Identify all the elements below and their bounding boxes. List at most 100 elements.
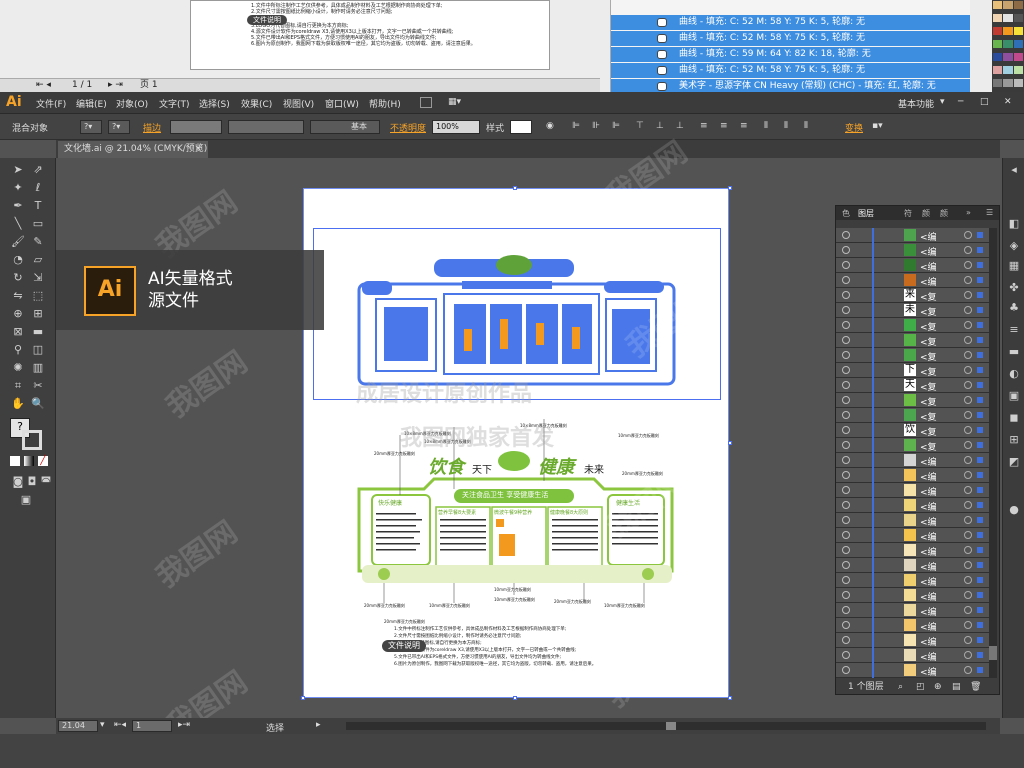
visibility-eye-icon[interactable]	[842, 336, 850, 344]
target-icon[interactable]	[964, 441, 972, 449]
menu-object[interactable]: 对象(O)	[116, 97, 148, 110]
draw-inside-icon[interactable]: ◚	[38, 474, 54, 490]
fill-dropdown[interactable]: ?▾	[80, 120, 102, 134]
layer-row[interactable]: <编	[836, 453, 991, 468]
distribute-hcenter-icon[interactable]: ⦀	[784, 121, 788, 131]
prev-artboard-icon[interactable]: ⇤◂	[114, 720, 126, 730]
selection-indicator[interactable]	[977, 637, 983, 643]
status-arrow-icon[interactable]: ▸	[316, 720, 321, 730]
pathfinder-dock-icon[interactable]: ◩	[1006, 454, 1022, 470]
opacity-input[interactable]: 100%	[432, 120, 480, 134]
layer-row[interactable]: <编	[836, 588, 991, 603]
layer-row[interactable]: <编	[836, 513, 991, 528]
visibility-eye-icon[interactable]	[842, 306, 850, 314]
zoom-tool-icon[interactable]: 🔍	[30, 396, 46, 412]
selection-indicator[interactable]	[977, 442, 983, 448]
align-middle-icon[interactable]: ⊥	[656, 121, 664, 131]
target-icon[interactable]	[964, 531, 972, 539]
visibility-eye-icon[interactable]	[842, 276, 850, 284]
gradient-tool-icon[interactable]: ▬	[30, 324, 46, 340]
delete-layer-icon[interactable]: 🗑	[970, 682, 981, 692]
target-icon[interactable]	[964, 546, 972, 554]
tab-color[interactable]: 色	[842, 208, 850, 219]
layer-row[interactable]: <编	[836, 468, 991, 483]
tab-swatches[interactable]: 颜	[922, 208, 930, 219]
selection-handle[interactable]	[728, 186, 732, 190]
visibility-eye-icon[interactable]	[842, 621, 850, 629]
artboards-dock-icon[interactable]: ●	[1006, 502, 1022, 518]
selection-indicator[interactable]	[977, 517, 983, 523]
visibility-eye-icon[interactable]	[842, 651, 850, 659]
selection-indicator[interactable]	[977, 427, 983, 433]
paintbrush-icon[interactable]: 🖌	[10, 234, 26, 250]
selection-indicator[interactable]	[977, 367, 983, 373]
menu-window[interactable]: 窗口(W)	[325, 97, 359, 110]
selection-indicator[interactable]	[977, 547, 983, 553]
layer-row[interactable]: <编	[836, 633, 991, 648]
appearance-dock-icon[interactable]: ▣	[1006, 388, 1022, 404]
target-icon[interactable]	[964, 576, 972, 584]
width-tool-icon[interactable]: ⇋	[10, 288, 26, 304]
layer-row[interactable]: <复	[836, 408, 991, 423]
page-tab[interactable]: 页 1	[140, 79, 158, 92]
layer-row[interactable]: <编	[836, 228, 991, 243]
target-icon[interactable]	[964, 381, 972, 389]
dock-collapse-icon[interactable]: ◂	[1006, 162, 1022, 178]
arrange-documents-icon[interactable]: ▦▾	[448, 97, 461, 107]
visibility-eye-icon[interactable]	[842, 516, 850, 524]
layer-row[interactable]: <编	[836, 498, 991, 513]
object-row[interactable]: 曲线 - 填充: C: 52 M: 58 Y: 75 K: 5, 轮廓: 无	[611, 63, 970, 78]
workspace-dropdown-icon[interactable]: ▾	[940, 97, 945, 107]
panel-collapse-icon[interactable]: »	[966, 208, 971, 217]
opacity-label[interactable]: 不透明度	[390, 121, 426, 134]
layer-row[interactable]: <复	[836, 438, 991, 453]
visibility-eye-icon[interactable]	[842, 561, 850, 569]
selection-indicator[interactable]	[977, 247, 983, 253]
target-icon[interactable]	[964, 666, 972, 674]
first-page-button[interactable]: ⇤ ◂	[36, 79, 51, 92]
selection-indicator[interactable]	[977, 292, 983, 298]
selection-indicator[interactable]	[977, 337, 983, 343]
visibility-eye-icon[interactable]	[842, 576, 850, 584]
visibility-eye-icon[interactable]	[842, 606, 850, 614]
selection-indicator[interactable]	[977, 562, 983, 568]
selection-indicator[interactable]	[977, 397, 983, 403]
new-layer-icon[interactable]: ▤	[952, 682, 961, 692]
layer-row[interactable]: <编	[836, 558, 991, 573]
visibility-eye-icon[interactable]	[842, 456, 850, 464]
free-transform-icon[interactable]: ⬚	[30, 288, 46, 304]
object-row[interactable]	[611, 1, 970, 14]
isolate-icon[interactable]: ▪▾	[872, 121, 883, 131]
artboard-number-input[interactable]: 1	[132, 720, 172, 732]
menu-view[interactable]: 视图(V)	[283, 97, 314, 110]
target-icon[interactable]	[964, 651, 972, 659]
direct-selection-tool-icon[interactable]: ⇗	[30, 162, 46, 178]
align-bottom-icon[interactable]: ⊥	[676, 121, 684, 131]
selection-indicator[interactable]	[977, 322, 983, 328]
distribute-top-icon[interactable]: ≡	[700, 121, 708, 131]
layer-scrollbar[interactable]	[989, 228, 997, 678]
symbol-sprayer-icon[interactable]: ✺	[10, 360, 26, 376]
align-left-icon[interactable]: ⊫	[572, 121, 580, 131]
selection-tool-icon[interactable]: ➤	[10, 162, 26, 178]
locate-object-icon[interactable]: ⌕	[898, 682, 903, 692]
maximize-button[interactable]: □	[980, 97, 989, 107]
brush-dropdown[interactable]: 基本	[310, 120, 380, 134]
visibility-eye-icon[interactable]	[842, 246, 850, 254]
visibility-eye-icon[interactable]	[842, 546, 850, 554]
layer-row[interactable]: 天 <复	[836, 378, 991, 393]
target-icon[interactable]	[964, 396, 972, 404]
visibility-eye-icon[interactable]	[842, 486, 850, 494]
visibility-eye-icon[interactable]	[842, 531, 850, 539]
layer-row[interactable]: <编	[836, 543, 991, 558]
color-swatches[interactable]	[992, 0, 1024, 92]
target-icon[interactable]	[964, 411, 972, 419]
align-right-icon[interactable]: ⊫	[612, 121, 620, 131]
clipping-mask-icon[interactable]: ◰	[916, 682, 925, 692]
target-icon[interactable]	[964, 591, 972, 599]
shape-builder-icon[interactable]: ⊕	[10, 306, 26, 322]
color-mode-icon[interactable]	[10, 456, 20, 466]
brushes-dock-icon[interactable]: ✤	[1006, 280, 1022, 296]
layer-row[interactable]: <复	[836, 393, 991, 408]
blob-brush-icon[interactable]: ◔	[10, 252, 26, 268]
